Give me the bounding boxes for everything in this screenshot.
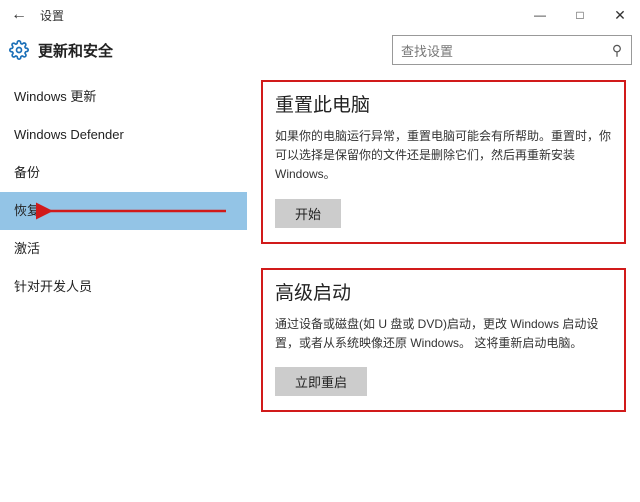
settings-gear-icon[interactable] bbox=[0, 40, 38, 60]
sidebar-item-activation[interactable]: 激活 bbox=[0, 230, 247, 268]
minimize-button[interactable]: ― bbox=[520, 0, 560, 30]
advanced-startup-desc: 通过设备或磁盘(如 U 盘或 DVD)启动，更改 Windows 启动设置，或者… bbox=[275, 315, 612, 353]
sidebar: Windows 更新 Windows Defender 备份 恢复 激活 针对开… bbox=[0, 70, 247, 502]
content-area: 重置此电脑 如果你的电脑运行异常，重置电脑可能会有所帮助。重置时，你可以选择是保… bbox=[247, 70, 640, 502]
search-placeholder: 查找设置 bbox=[393, 41, 603, 60]
annotation-arrow-icon bbox=[36, 197, 236, 225]
close-button[interactable]: ✕ bbox=[600, 0, 640, 30]
search-icon: ⚲ bbox=[603, 42, 631, 59]
search-input[interactable]: 查找设置 ⚲ bbox=[392, 35, 632, 65]
sidebar-item-label: 恢复 bbox=[14, 203, 40, 218]
sidebar-item-label: 激活 bbox=[14, 241, 40, 256]
category-title: 更新和安全 bbox=[38, 40, 113, 61]
advanced-startup-title: 高级启动 bbox=[275, 278, 612, 305]
sidebar-item-windows-defender[interactable]: Windows Defender bbox=[0, 116, 247, 154]
sidebar-item-for-developers[interactable]: 针对开发人员 bbox=[0, 268, 247, 306]
back-button[interactable]: ← bbox=[0, 6, 38, 24]
window-title: 设置 bbox=[38, 7, 64, 24]
sidebar-item-windows-update[interactable]: Windows 更新 bbox=[0, 78, 247, 116]
header: 更新和安全 查找设置 ⚲ bbox=[0, 30, 640, 70]
titlebar: ← 设置 ― □ ✕ bbox=[0, 0, 640, 30]
sidebar-item-label: Windows Defender bbox=[14, 127, 124, 142]
sidebar-item-recovery[interactable]: 恢复 bbox=[0, 192, 247, 230]
advanced-startup-section: 高级启动 通过设备或磁盘(如 U 盘或 DVD)启动，更改 Windows 启动… bbox=[261, 268, 626, 412]
sidebar-item-label: 备份 bbox=[14, 165, 40, 180]
sidebar-item-backup[interactable]: 备份 bbox=[0, 154, 247, 192]
sidebar-item-label: Windows 更新 bbox=[14, 89, 96, 104]
sidebar-item-label: 针对开发人员 bbox=[14, 279, 92, 294]
reset-pc-title: 重置此电脑 bbox=[275, 90, 612, 117]
reset-pc-desc: 如果你的电脑运行异常，重置电脑可能会有所帮助。重置时，你可以选择是保留你的文件还… bbox=[275, 127, 612, 185]
reset-pc-section: 重置此电脑 如果你的电脑运行异常，重置电脑可能会有所帮助。重置时，你可以选择是保… bbox=[261, 80, 626, 244]
maximize-button[interactable]: □ bbox=[560, 0, 600, 30]
reset-pc-start-button[interactable]: 开始 bbox=[275, 199, 341, 228]
advanced-startup-restart-button[interactable]: 立即重启 bbox=[275, 367, 367, 396]
